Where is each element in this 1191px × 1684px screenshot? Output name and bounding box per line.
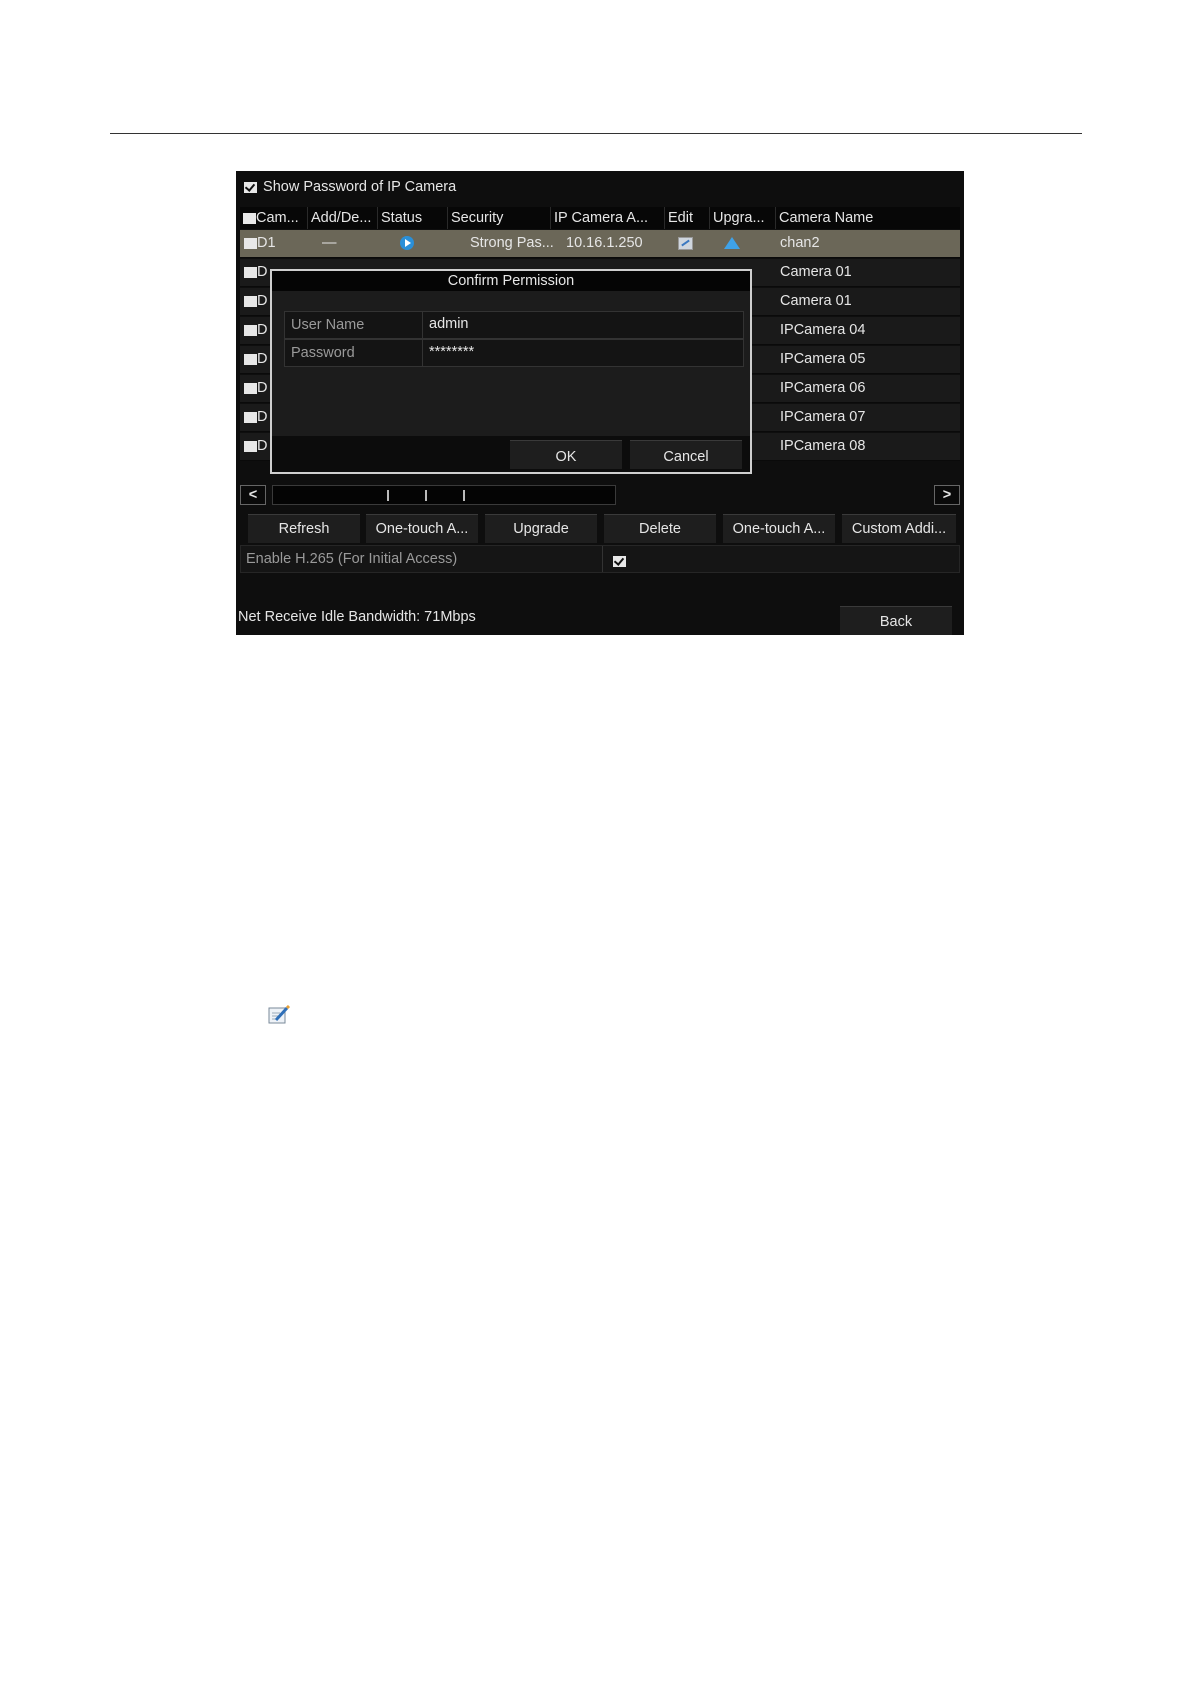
col-camera-name[interactable]: Camera Name bbox=[776, 207, 960, 229]
row-checkbox[interactable] bbox=[244, 382, 257, 394]
ip-camera-window: Show Password of IP Camera Cam... Add/De… bbox=[236, 171, 964, 635]
password-label: Password bbox=[285, 340, 423, 366]
scroll-right-icon[interactable]: > bbox=[934, 485, 960, 505]
cancel-button[interactable]: Cancel bbox=[630, 440, 742, 469]
delete-button[interactable]: Delete bbox=[604, 514, 716, 543]
custom-adding-button[interactable]: Custom Addi... bbox=[842, 514, 956, 543]
scroll-tick bbox=[387, 490, 389, 501]
col-camera-no[interactable]: Cam... bbox=[240, 207, 308, 229]
row-camera-no: D bbox=[244, 346, 267, 373]
show-password-option[interactable]: Show Password of IP Camera bbox=[242, 179, 456, 195]
upgrade-icon[interactable] bbox=[724, 237, 740, 250]
horizontal-scrollbar[interactable]: < > bbox=[240, 485, 960, 507]
username-label: User Name bbox=[285, 312, 423, 338]
upgrade-button[interactable]: Upgrade bbox=[485, 514, 597, 543]
col-add-delete[interactable]: Add/De... bbox=[308, 207, 378, 229]
bandwidth-status: Net Receive Idle Bandwidth: 71Mbps bbox=[238, 609, 476, 625]
select-all-checkbox[interactable] bbox=[243, 212, 256, 224]
camera-name-cell: IPCamera 06 bbox=[780, 380, 866, 396]
row-camera-no: D bbox=[244, 259, 267, 286]
show-password-label: Show Password of IP Camera bbox=[263, 179, 457, 195]
ok-button[interactable]: OK bbox=[510, 440, 622, 469]
row-checkbox[interactable] bbox=[244, 295, 257, 307]
col-security[interactable]: Security bbox=[448, 207, 551, 229]
confirm-permission-dialog: Confirm Permission User Name admin Passw… bbox=[270, 269, 752, 474]
dialog-title: Confirm Permission bbox=[272, 271, 750, 291]
edit-icon[interactable] bbox=[678, 236, 693, 250]
row-checkbox[interactable] bbox=[244, 353, 257, 365]
username-field[interactable]: User Name admin bbox=[284, 311, 744, 339]
back-button[interactable]: Back bbox=[840, 606, 952, 635]
scroll-tick bbox=[463, 490, 465, 501]
row-checkbox[interactable] bbox=[244, 266, 257, 278]
row-camera-no: D bbox=[244, 288, 267, 315]
row-camera-no: D bbox=[244, 317, 267, 344]
camera-name-cell: IPCamera 08 bbox=[780, 438, 866, 454]
row-checkbox[interactable] bbox=[244, 411, 257, 423]
dialog-footer: OK Cancel bbox=[272, 436, 750, 472]
show-password-checkbox[interactable] bbox=[244, 181, 257, 193]
security-cell: Strong Pas... bbox=[470, 235, 554, 251]
scroll-track[interactable] bbox=[272, 485, 616, 505]
upgrade-cell bbox=[724, 230, 740, 257]
row-checkbox[interactable] bbox=[244, 324, 257, 336]
one-touch-adding-button[interactable]: One-touch A... bbox=[366, 514, 478, 543]
password-field[interactable]: Password ******** bbox=[284, 339, 744, 367]
camera-name-cell: IPCamera 05 bbox=[780, 351, 866, 367]
camera-name-cell: IPCamera 07 bbox=[780, 409, 866, 425]
col-ip-address[interactable]: IP Camera A... bbox=[551, 207, 665, 229]
play-icon[interactable] bbox=[400, 236, 414, 251]
camera-name-cell: Camera 01 bbox=[780, 264, 852, 280]
one-touch-activate-button[interactable]: One-touch A... bbox=[723, 514, 835, 543]
username-input[interactable]: admin bbox=[429, 312, 469, 338]
col-status[interactable]: Status bbox=[378, 207, 448, 229]
table-header: Cam... Add/De... Status Security IP Came… bbox=[240, 207, 960, 229]
row-checkbox[interactable] bbox=[244, 237, 257, 249]
delete-dash[interactable]: — bbox=[322, 230, 337, 257]
h265-option: Enable H.265 (For Initial Access) bbox=[240, 545, 960, 573]
edit-icon bbox=[268, 1005, 290, 1024]
header-rule bbox=[110, 133, 1082, 134]
edit-cell bbox=[678, 230, 693, 257]
password-input[interactable]: ******** bbox=[429, 340, 474, 366]
camera-name-cell: chan2 bbox=[780, 235, 820, 251]
scroll-left-icon[interactable]: < bbox=[240, 485, 266, 505]
scroll-tick bbox=[425, 490, 427, 501]
row-camera-no: D bbox=[244, 404, 267, 431]
status-cell bbox=[400, 230, 414, 257]
row-checkbox[interactable] bbox=[244, 440, 257, 452]
h265-label: Enable H.265 (For Initial Access) bbox=[241, 546, 603, 572]
row-camera-no: D bbox=[244, 375, 267, 402]
row-camera-no: D1 bbox=[244, 230, 276, 257]
camera-name-cell: Camera 01 bbox=[780, 293, 852, 309]
refresh-button[interactable]: Refresh bbox=[248, 514, 360, 543]
col-upgrade[interactable]: Upgra... bbox=[710, 207, 776, 229]
col-edit[interactable]: Edit bbox=[665, 207, 710, 229]
row-camera-no: D bbox=[244, 433, 267, 460]
camera-name-cell: IPCamera 04 bbox=[780, 322, 866, 338]
h265-checkbox[interactable] bbox=[613, 555, 626, 567]
table-row[interactable]: D1 — Strong Pas... 10.16.1.250 chan2 bbox=[240, 230, 960, 258]
ip-cell: 10.16.1.250 bbox=[566, 235, 643, 251]
